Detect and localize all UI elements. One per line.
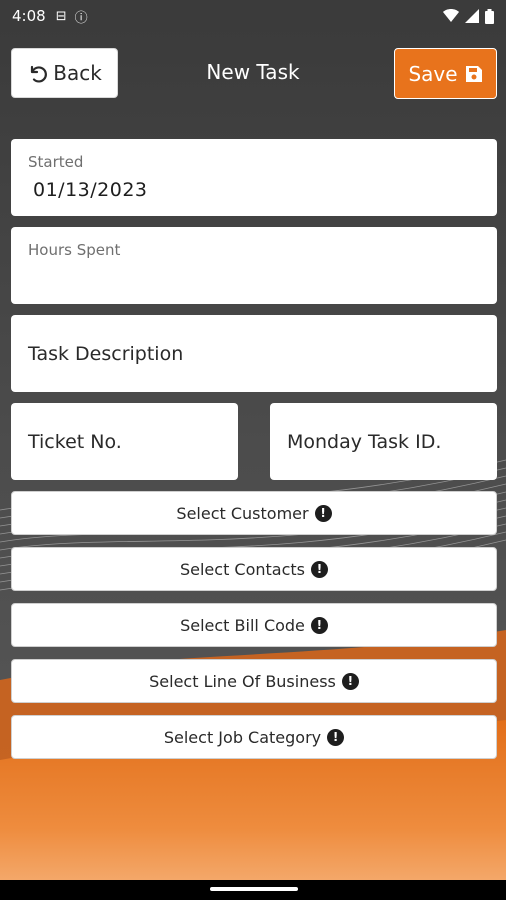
save-button[interactable]: Save [394, 48, 497, 99]
back-button[interactable]: Back [11, 48, 118, 98]
top-app-bar: Back New Task Save [0, 32, 506, 116]
info-icon: ⓘ [74, 10, 88, 26]
home-gesture-handle[interactable] [210, 887, 298, 891]
hours-spent-field[interactable]: Hours Spent [11, 227, 497, 304]
exclamation-circle-icon: ! [310, 616, 328, 634]
select-line-of-business-button[interactable]: Select Line Of Business ! [11, 659, 497, 703]
exclamation-circle-icon: ! [327, 728, 345, 746]
select-line-of-business-label: Select Line Of Business [149, 671, 336, 691]
select-contacts-label: Select Contacts [179, 559, 306, 579]
select-customer-label: Select Customer [176, 503, 309, 523]
task-description-placeholder: Task Description [28, 342, 184, 365]
battery-icon [485, 8, 494, 24]
exclamation-circle-icon: ! [341, 672, 359, 690]
navigation-bar [0, 880, 506, 900]
undo-icon [31, 65, 48, 83]
select-bill-code-label: Select Bill Code [180, 615, 305, 635]
started-label: Started [28, 153, 84, 171]
select-job-category-label: Select Job Category [163, 727, 322, 747]
started-value: 01/13/2023 [33, 179, 148, 201]
status-bar: 4:08 ⊟ ⓘ [0, 0, 506, 32]
save-label: Save [408, 61, 458, 86]
task-description-field[interactable]: Task Description [11, 315, 497, 392]
hours-spent-label: Hours Spent [28, 241, 121, 259]
ticket-number-placeholder: Ticket No. [28, 430, 122, 453]
started-date-field[interactable]: Started 01/13/2023 [11, 139, 497, 216]
monday-task-id-field[interactable]: Monday Task ID. [270, 403, 497, 480]
sim-icon: ⊟ [55, 8, 67, 24]
status-time: 4:08 [12, 7, 46, 25]
page-title: New Task [206, 60, 300, 84]
select-contacts-button[interactable]: Select Contacts ! [11, 547, 497, 591]
select-bill-code-button[interactable]: Select Bill Code ! [11, 603, 497, 647]
back-label: Back [53, 61, 102, 85]
status-right-icons [443, 8, 494, 24]
floppy-disk-icon [465, 65, 482, 82]
signal-icon [465, 9, 479, 23]
select-customer-button[interactable]: Select Customer ! [11, 491, 497, 535]
exclamation-circle-icon: ! [311, 560, 329, 578]
ticket-number-field[interactable]: Ticket No. [11, 403, 238, 480]
monday-task-id-placeholder: Monday Task ID. [287, 430, 442, 453]
exclamation-circle-icon: ! [314, 504, 332, 522]
select-job-category-button[interactable]: Select Job Category ! [11, 715, 497, 759]
wifi-icon [443, 9, 459, 22]
